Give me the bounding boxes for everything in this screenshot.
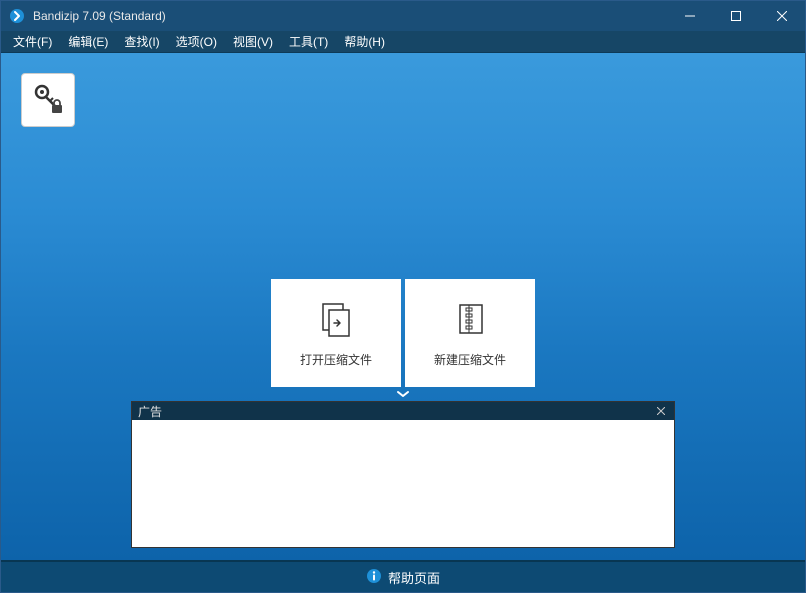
menu-file[interactable]: 文件(F) [5, 31, 60, 52]
menu-tools[interactable]: 工具(T) [281, 31, 336, 52]
ad-body [132, 420, 674, 547]
ad-close-button[interactable] [654, 404, 668, 418]
new-archive-label: 新建压缩文件 [434, 351, 506, 368]
new-archive-card[interactable]: 新建压缩文件 [405, 279, 535, 387]
menu-options[interactable]: 选项(O) [168, 31, 225, 52]
new-archive-icon [450, 299, 490, 339]
menu-edit[interactable]: 编辑(E) [60, 31, 116, 52]
app-icon [9, 8, 25, 24]
window-controls [667, 1, 805, 31]
menu-find[interactable]: 查找(I) [116, 31, 167, 52]
footer-help-link[interactable]: 帮助页面 [1, 560, 805, 592]
ad-title: 广告 [138, 403, 654, 420]
footer-help-label: 帮助页面 [388, 568, 440, 587]
maximize-button[interactable] [713, 1, 759, 31]
content-area: 打开压缩文件 新建压缩文件 [1, 53, 805, 560]
ad-header: 广告 [132, 402, 674, 420]
close-icon [657, 404, 665, 418]
chevron-down-icon [396, 387, 410, 401]
key-lock-icon [30, 81, 66, 120]
menu-help[interactable]: 帮助(H) [336, 31, 393, 52]
menubar: 文件(F) 编辑(E) 查找(I) 选项(O) 视图(V) 工具(T) 帮助(H… [1, 31, 805, 53]
password-manager-button[interactable] [21, 73, 75, 127]
open-archive-label: 打开压缩文件 [300, 351, 372, 368]
menu-view[interactable]: 视图(V) [225, 31, 281, 52]
info-icon [366, 568, 382, 587]
close-button[interactable] [759, 1, 805, 31]
action-cards: 打开压缩文件 新建压缩文件 [271, 279, 535, 387]
expand-chevron[interactable] [1, 387, 805, 401]
center-area: 打开压缩文件 新建压缩文件 [1, 53, 805, 387]
minimize-button[interactable] [667, 1, 713, 31]
ad-panel: 广告 [131, 401, 675, 548]
titlebar: Bandizip 7.09 (Standard) [1, 1, 805, 31]
app-window: Bandizip 7.09 (Standard) 文件(F) 编辑(E) 查找(… [0, 0, 806, 593]
open-archive-card[interactable]: 打开压缩文件 [271, 279, 401, 387]
window-title: Bandizip 7.09 (Standard) [33, 9, 667, 23]
open-archive-icon [316, 299, 356, 339]
